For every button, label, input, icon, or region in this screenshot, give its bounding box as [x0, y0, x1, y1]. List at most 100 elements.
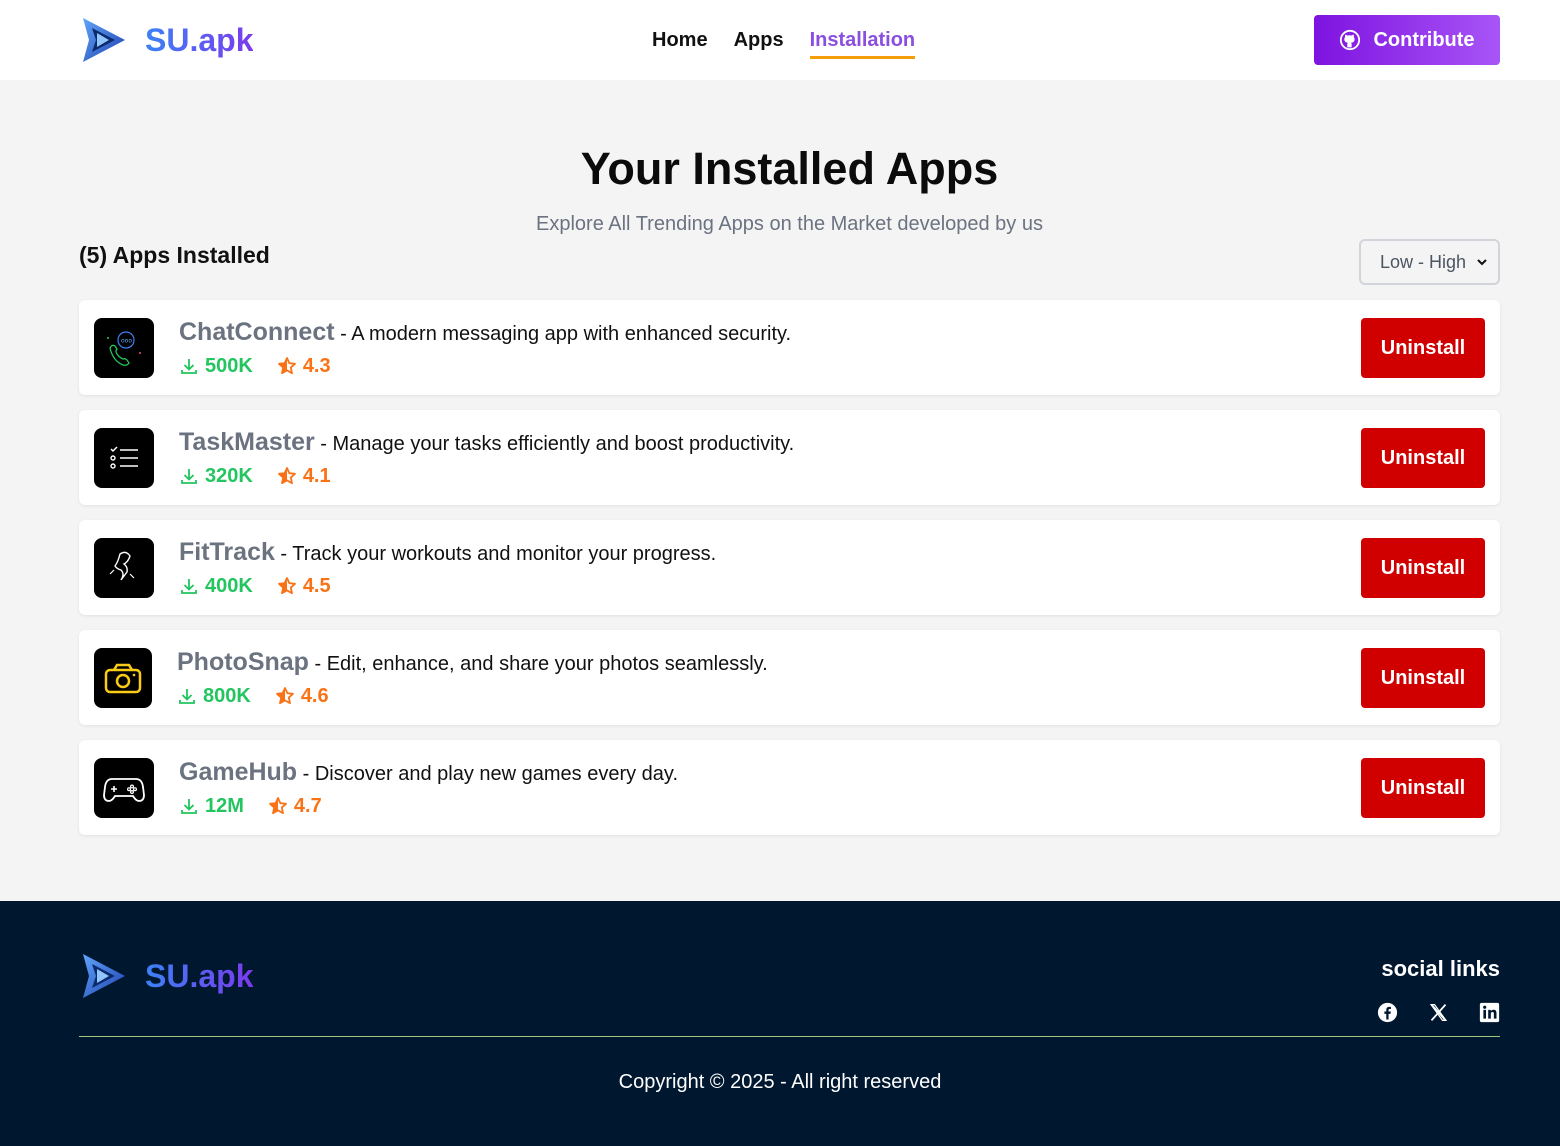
- app-info: FitTrack - Track your workouts and monit…: [179, 538, 716, 598]
- page-title: Your Installed Apps: [580, 143, 999, 194]
- nav-installation[interactable]: Installation: [809, 25, 915, 59]
- app-stats: 400K 4.5: [179, 575, 716, 598]
- download-icon: [179, 689, 195, 704]
- download-icon: [181, 579, 197, 594]
- app-card-chatconnect: ooo ChatConnect - A modern messaging app…: [79, 300, 1500, 395]
- athlete-icon: [109, 551, 135, 580]
- rating-value: 4.7: [293, 794, 322, 817]
- downloads-count: 800K: [203, 684, 251, 707]
- linkedin-icon[interactable]: [1479, 1002, 1500, 1023]
- footer-brand[interactable]: SU.apk: [79, 951, 253, 1001]
- app-name: GameHub: [179, 757, 298, 786]
- app-card-taskmaster: TaskMaster - Manage your tasks efficient…: [79, 410, 1500, 505]
- app-description: - Edit, enhance, and share your photos s…: [308, 652, 768, 675]
- main-nav: Home Apps Installation: [652, 0, 915, 80]
- footer-brand-name: SU.apk: [145, 957, 254, 994]
- gamepad-icon: [103, 777, 145, 802]
- nav-home[interactable]: Home: [652, 25, 708, 56]
- social-icons: [1377, 1002, 1500, 1023]
- app-title-line: GameHub - Discover and play new games ev…: [179, 758, 678, 787]
- rating-value: 4.5: [302, 574, 331, 597]
- downloads-stat: 500K: [179, 355, 253, 378]
- app-name: FitTrack: [179, 537, 275, 566]
- sort-selected-value: Low - High: [1380, 251, 1467, 272]
- downloads-count: 12M: [205, 794, 244, 817]
- rating-stat: 4.1: [277, 465, 331, 488]
- contribute-label: Contribute: [1373, 28, 1475, 51]
- footer-divider: [79, 1036, 1500, 1037]
- rating-stat: 4.3: [277, 355, 331, 378]
- star-icon: [269, 797, 287, 815]
- app-title-line: FitTrack - Track your workouts and monit…: [179, 538, 716, 567]
- rating-stat: 4.6: [275, 685, 329, 708]
- app-name: TaskMaster: [179, 427, 315, 456]
- downloads-stat: 400K: [179, 575, 253, 598]
- app-info: PhotoSnap - Edit, enhance, and share you…: [177, 648, 768, 708]
- download-icon: [181, 469, 197, 484]
- installed-count: (5) Apps Installed: [79, 242, 270, 268]
- social-links-title: social links: [1381, 956, 1500, 981]
- app-title-line: ChatConnect - A modern messaging app wit…: [179, 318, 791, 347]
- installed-apps-section: Your Installed Apps Explore All Trending…: [0, 80, 1560, 901]
- star-icon: [275, 687, 294, 705]
- brand-name: SU.apk: [145, 21, 254, 58]
- app-card-fittrack: FitTrack - Track your workouts and monit…: [79, 520, 1500, 615]
- downloads-stat: 320K: [179, 465, 253, 488]
- page-subtitle: Explore All Trending Apps on the Market …: [536, 213, 1043, 235]
- svg-text:ooo: ooo: [121, 337, 132, 344]
- brand[interactable]: SU.apk: [79, 15, 253, 65]
- downloads-stat: 12M: [179, 795, 244, 818]
- uninstall-button[interactable]: Uninstall: [1361, 648, 1485, 708]
- uninstall-button[interactable]: Uninstall: [1361, 318, 1485, 378]
- taskmaster-app-icon: [94, 427, 154, 488]
- nav-apps[interactable]: Apps: [734, 25, 784, 56]
- download-icon: [181, 359, 197, 374]
- photosnap-app-icon: [94, 647, 152, 708]
- uninstall-button[interactable]: Uninstall: [1361, 538, 1485, 598]
- download-icon: [181, 799, 197, 814]
- chatconnect-app-icon: ooo: [94, 317, 154, 378]
- app-stats: 500K 4.3: [179, 355, 791, 378]
- star-icon: [277, 577, 296, 595]
- top-navbar: SU.apk Home Apps Installation Contribute: [0, 0, 1560, 80]
- star-icon: [277, 467, 296, 485]
- app-name: PhotoSnap: [177, 647, 309, 676]
- rating-value: 4.3: [302, 354, 331, 377]
- app-description: - Discover and play new games every day.: [297, 762, 679, 785]
- sort-select[interactable]: Low - High: [1359, 239, 1500, 285]
- app-list: ooo ChatConnect - A modern messaging app…: [79, 300, 1500, 835]
- app-description: - Track your workouts and monitor your p…: [274, 542, 717, 565]
- star-icon: [277, 357, 296, 375]
- social-links: social links: [1377, 956, 1500, 1023]
- downloads-count: 500K: [205, 354, 253, 377]
- logo-icon: [83, 18, 125, 62]
- app-title-line: TaskMaster - Manage your tasks efficient…: [179, 428, 794, 457]
- github-icon: [1340, 29, 1361, 51]
- list-header: (5) Apps Installed Low - High: [79, 236, 1500, 296]
- logo-icon: [83, 954, 125, 998]
- gamehub-app-icon: [94, 757, 154, 818]
- app-card-photosnap: PhotoSnap - Edit, enhance, and share you…: [79, 630, 1500, 725]
- x-icon[interactable]: [1428, 1002, 1449, 1023]
- app-stats: 12M 4.7: [179, 795, 678, 818]
- uninstall-button[interactable]: Uninstall: [1361, 758, 1485, 818]
- footer: SU.apk social links Copyright © 2025 - A…: [0, 901, 1560, 1146]
- downloads-count: 320K: [205, 464, 253, 487]
- copyright-text: Copyright © 2025 - All right reserved: [618, 1071, 942, 1093]
- app-info: GameHub - Discover and play new games ev…: [179, 758, 678, 818]
- app-description: - Manage your tasks efficiently and boos…: [314, 432, 795, 455]
- contribute-button[interactable]: Contribute: [1314, 15, 1500, 65]
- uninstall-button[interactable]: Uninstall: [1361, 428, 1485, 488]
- facebook-icon[interactable]: [1377, 1002, 1398, 1023]
- chevron-down-icon: [1477, 259, 1487, 266]
- rating-stat: 4.5: [277, 575, 331, 598]
- app-name: ChatConnect: [179, 317, 335, 346]
- downloads-count: 400K: [205, 574, 253, 597]
- chat-phone-icon: ooo: [107, 330, 141, 366]
- app-stats: 800K 4.6: [177, 685, 768, 708]
- rating-value: 4.1: [302, 464, 331, 487]
- app-title-line: PhotoSnap - Edit, enhance, and share you…: [177, 648, 768, 677]
- app-info: ChatConnect - A modern messaging app wit…: [179, 318, 791, 378]
- app-description: - A modern messaging app with enhanced s…: [334, 322, 792, 345]
- app-card-gamehub: GameHub - Discover and play new games ev…: [79, 740, 1500, 835]
